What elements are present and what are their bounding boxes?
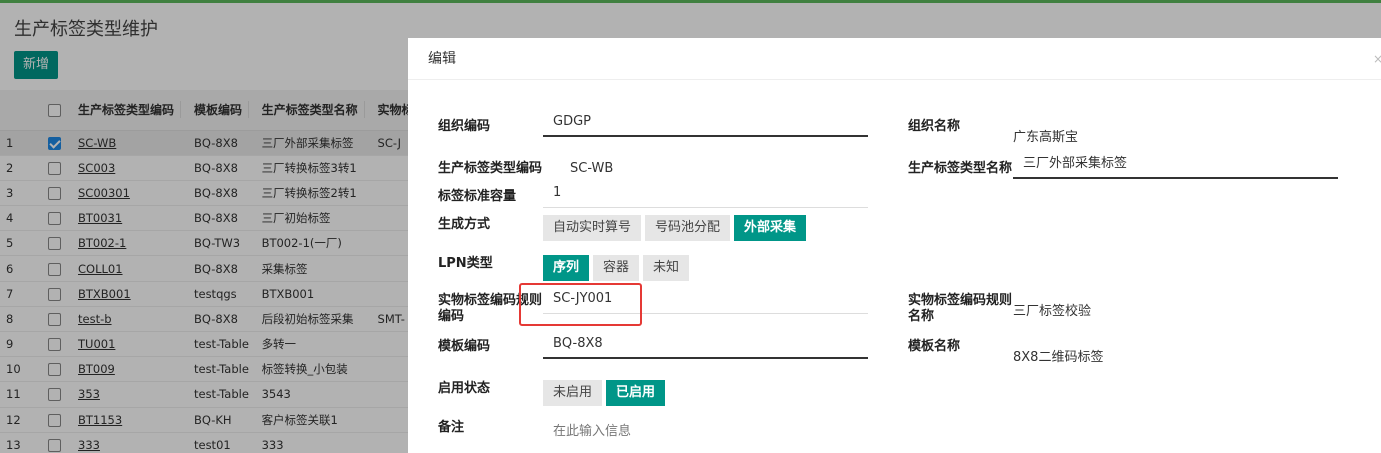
- lpn-option-serial[interactable]: 序列: [543, 255, 590, 281]
- status-option-disabled[interactable]: 未启用: [543, 380, 603, 406]
- remark-label: 备注: [438, 420, 465, 435]
- status-label: 启用状态: [438, 381, 491, 396]
- template-name-label: 模板名称: [908, 339, 961, 354]
- template-code-label: 模板编码: [438, 339, 491, 354]
- close-icon[interactable]: ×: [1373, 38, 1381, 80]
- remark-input[interactable]: 在此输入信息: [553, 420, 631, 439]
- highlight-box: [519, 283, 642, 326]
- org-code-field[interactable]: GDGP: [543, 111, 868, 137]
- type-name-field[interactable]: 三厂外部采集标签: [1013, 153, 1338, 179]
- rule-name-value: 三厂标签校验: [1013, 304, 1092, 319]
- status-toggle: 未启用 已启用: [543, 380, 666, 406]
- lpn-type-toggle: 序列 容器 未知: [543, 255, 690, 281]
- type-name-label: 生产标签类型名称: [908, 161, 1013, 176]
- gen-option-auto[interactable]: 自动实时算号: [543, 215, 642, 241]
- type-code-label: 生产标签类型编码: [438, 161, 543, 176]
- template-name-value: 8X8二维码标签: [1013, 350, 1104, 365]
- gen-option-external[interactable]: 外部采集: [734, 215, 807, 241]
- capacity-label: 标签标准容量: [438, 189, 517, 204]
- status-option-enabled[interactable]: 已启用: [606, 380, 666, 406]
- type-code-value: SC-WB: [570, 161, 614, 176]
- lpn-option-unknown[interactable]: 未知: [643, 255, 690, 281]
- gen-option-pool[interactable]: 号码池分配: [645, 215, 731, 241]
- gen-method-label: 生成方式: [438, 217, 491, 232]
- lpn-type-label: LPN类型: [438, 256, 493, 271]
- lpn-option-container[interactable]: 容器: [593, 255, 640, 281]
- modal-header: 编辑 ×: [408, 38, 1381, 80]
- template-code-field[interactable]: BQ-8X8: [543, 333, 868, 359]
- org-name-label: 组织名称: [908, 119, 961, 134]
- modal-title: 编辑: [428, 51, 456, 67]
- capacity-field[interactable]: 1: [543, 182, 868, 208]
- rule-name-label: 实物标签编码规则 名称: [908, 293, 1013, 324]
- org-code-label: 组织编码: [438, 119, 491, 134]
- org-name-value: 广东高斯宝: [1013, 130, 1079, 145]
- gen-method-toggle: 自动实时算号 号码池分配 外部采集: [543, 215, 807, 241]
